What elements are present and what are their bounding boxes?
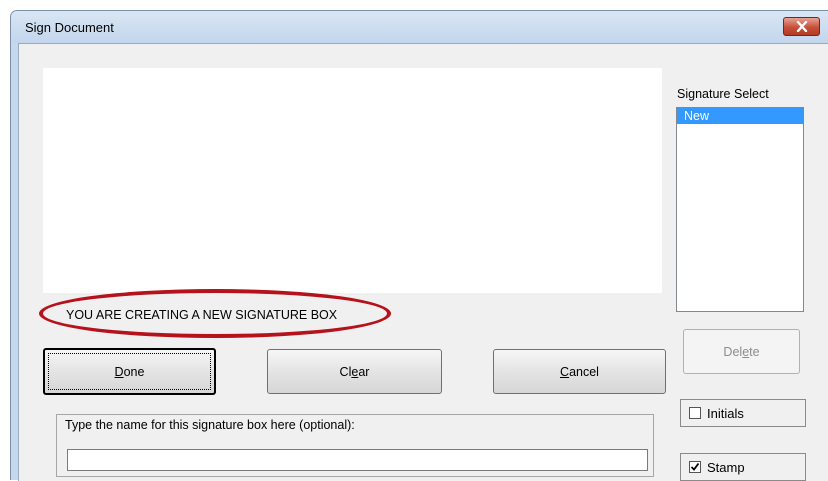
delete-button[interactable]: Delete: [683, 329, 800, 374]
clear-button[interactable]: Clear: [267, 349, 442, 394]
checkmark-icon: [690, 462, 700, 471]
focus-rectangle: [48, 353, 211, 390]
signature-name-input[interactable]: [67, 449, 648, 471]
sign-document-window: Sign Document YOU ARE CREATING A NEW SIG…: [10, 10, 828, 481]
initials-label: Initials: [707, 405, 744, 421]
status-message: YOU ARE CREATING A NEW SIGNATURE BOX: [66, 308, 338, 322]
dialog-body: YOU ARE CREATING A NEW SIGNATURE BOX Sig…: [18, 43, 828, 481]
initials-checkbox[interactable]: [689, 407, 701, 419]
cancel-button[interactable]: Cancel: [493, 349, 666, 394]
window-title: Sign Document: [25, 20, 114, 35]
close-icon: [796, 21, 807, 32]
cancel-button-label: Cancel: [560, 364, 599, 379]
name-field-group: Type the name for this signature box her…: [56, 414, 654, 477]
stamp-checkbox[interactable]: [689, 461, 701, 473]
initials-option[interactable]: Initials: [680, 399, 806, 427]
close-button[interactable]: [783, 17, 820, 36]
signature-canvas[interactable]: [43, 68, 662, 293]
title-bar[interactable]: Sign Document: [11, 11, 828, 43]
done-button[interactable]: Done: [43, 348, 216, 395]
delete-button-label: Delete: [723, 344, 760, 359]
signature-select-label: Signature Select: [677, 87, 769, 101]
signature-select-list[interactable]: New: [676, 107, 804, 312]
stamp-label: Stamp: [707, 459, 745, 475]
list-item[interactable]: New: [677, 108, 803, 124]
clear-button-label: Clear: [339, 364, 370, 379]
name-field-label: Type the name for this signature box her…: [65, 418, 355, 432]
stamp-option[interactable]: Stamp: [680, 453, 806, 481]
